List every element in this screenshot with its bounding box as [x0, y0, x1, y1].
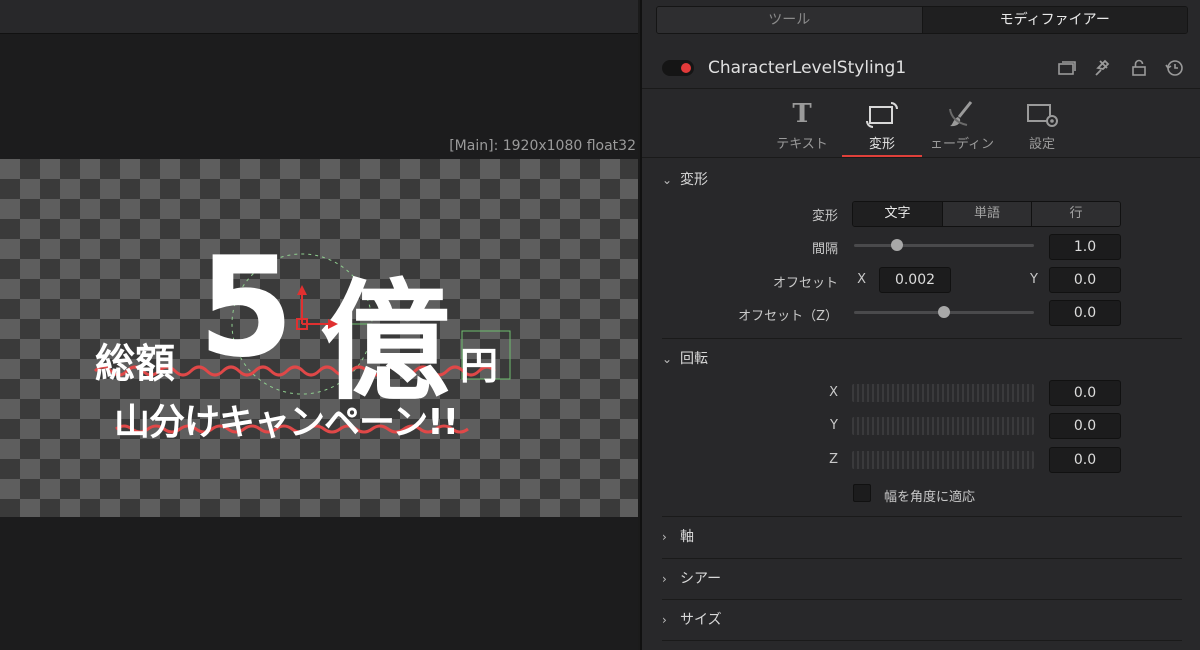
- spacing-slider[interactable]: [854, 239, 1034, 251]
- text-t-icon: T: [792, 99, 812, 129]
- mode-label: 変形: [811, 209, 838, 224]
- rotation-x-field[interactable]: 0.0: [1049, 380, 1121, 406]
- chevron-down-icon: ⌄: [662, 352, 673, 366]
- viewer-toolbar: [0, 0, 638, 34]
- subtab-settings[interactable]: 設定: [1002, 89, 1082, 157]
- viewer-resolution-label: [Main]: 1920x1080 float32: [449, 138, 636, 154]
- fit-width-label: 幅を角度に適応: [884, 490, 976, 505]
- inspector-top-tabs: ツール モディファイアー: [656, 6, 1188, 34]
- mode-option-line[interactable]: 行: [1031, 202, 1120, 226]
- rotation-x-dial[interactable]: [852, 384, 1034, 402]
- node-header-icons: [1056, 58, 1186, 78]
- chevron-right-icon: ›: [662, 613, 667, 627]
- section-rotation-title: 回転: [680, 351, 708, 367]
- reset-icon[interactable]: [1164, 58, 1186, 78]
- toggle-dot-icon: [681, 63, 691, 73]
- mode-option-character[interactable]: 文字: [853, 202, 942, 226]
- subtab-transform[interactable]: 変形: [842, 89, 922, 157]
- offset-y-field[interactable]: 0.0: [1049, 267, 1121, 293]
- section-axis-title: 軸: [680, 529, 694, 545]
- settings-gear-icon: [1027, 104, 1058, 127]
- lock-icon[interactable]: [1128, 58, 1150, 78]
- offset-y-label: Y: [1030, 272, 1038, 287]
- section-axis-header[interactable]: › 軸: [662, 517, 1182, 557]
- section-size-title: サイズ: [680, 612, 722, 628]
- mode-option-word[interactable]: 単語: [942, 202, 1031, 226]
- viewer-panel: [Main]: 1920x1080 float32 総額 5 億 円 山分けキャ…: [0, 0, 638, 650]
- node-enable-toggle[interactable]: [662, 60, 694, 76]
- offset-x-field[interactable]: 0.002: [879, 267, 951, 293]
- tab-modifiers[interactable]: モディファイアー: [921, 7, 1187, 33]
- inspector-panel: ツール モディファイアー CharacterLevelStyling1 T テキ…: [640, 0, 1200, 650]
- shading-brush-icon: [949, 101, 973, 127]
- versions-icon[interactable]: [1056, 58, 1078, 78]
- viewer-canvas[interactable]: 総額 5 億 円 山分けキャンペーン!!: [0, 159, 638, 517]
- tab-tools[interactable]: ツール: [657, 7, 922, 33]
- mode-segmented-control: 文字 単語 行: [852, 201, 1121, 227]
- chevron-down-icon: ⌄: [662, 173, 673, 187]
- gizmo-x-arrow-icon[interactable]: [328, 319, 338, 329]
- rotation-z-label: Z: [829, 452, 838, 467]
- rotation-z-field[interactable]: 0.0: [1049, 447, 1121, 473]
- offset-label: オフセット: [772, 276, 838, 291]
- rotation-y-field[interactable]: 0.0: [1049, 413, 1121, 439]
- rotation-x-label: X: [829, 385, 838, 400]
- spacing-field[interactable]: 1.0: [1049, 234, 1121, 260]
- offset-z-field[interactable]: 0.0: [1049, 300, 1121, 326]
- offset-z-slider[interactable]: [854, 306, 1034, 318]
- subtab-shading-label: ェーディン: [929, 137, 995, 152]
- offset-z-slider-knob[interactable]: [938, 306, 950, 318]
- subtab-settings-label: 設定: [1028, 137, 1055, 152]
- section-rotation-header[interactable]: ⌄ 回転: [662, 339, 1182, 379]
- subtab-transform-label: 変形: [868, 137, 895, 152]
- inspector-subtabs: T テキスト 変形 ェーディン 設定: [642, 88, 1200, 158]
- node-header: CharacterLevelStyling1: [642, 48, 1200, 88]
- section-transform-header[interactable]: ⌄ 変形: [662, 160, 1182, 200]
- spacing-slider-knob[interactable]: [891, 239, 904, 251]
- fit-width-checkbox[interactable]: [853, 484, 871, 502]
- section-size-header[interactable]: › サイズ: [662, 600, 1182, 640]
- offset-z-label: オフセット（Z）: [738, 309, 838, 324]
- chevron-right-icon: ›: [662, 530, 667, 544]
- section-transform-title: 変形: [680, 172, 708, 188]
- subtab-text-label: テキスト: [776, 137, 828, 152]
- section-shear-title: シアー: [680, 571, 722, 587]
- spacing-label: 間隔: [811, 242, 838, 257]
- subtab-shading[interactable]: ェーディン: [922, 89, 1002, 157]
- rotation-y-label: Y: [830, 418, 838, 433]
- rotation-z-dial[interactable]: [852, 451, 1034, 469]
- rotation-y-dial[interactable]: [852, 417, 1034, 435]
- section-shear-header[interactable]: › シアー: [662, 559, 1182, 599]
- pin-icon[interactable]: [1092, 58, 1114, 78]
- subtab-text[interactable]: T テキスト: [762, 89, 842, 157]
- gizmo-y-arrow-icon[interactable]: [297, 285, 307, 295]
- section-divider: [662, 640, 1182, 641]
- chevron-right-icon: ›: [662, 572, 667, 586]
- node-name: CharacterLevelStyling1: [708, 58, 907, 78]
- offset-x-label: X: [857, 272, 866, 287]
- transform-icon: [866, 102, 898, 128]
- transform-gizmo[interactable]: [0, 159, 638, 517]
